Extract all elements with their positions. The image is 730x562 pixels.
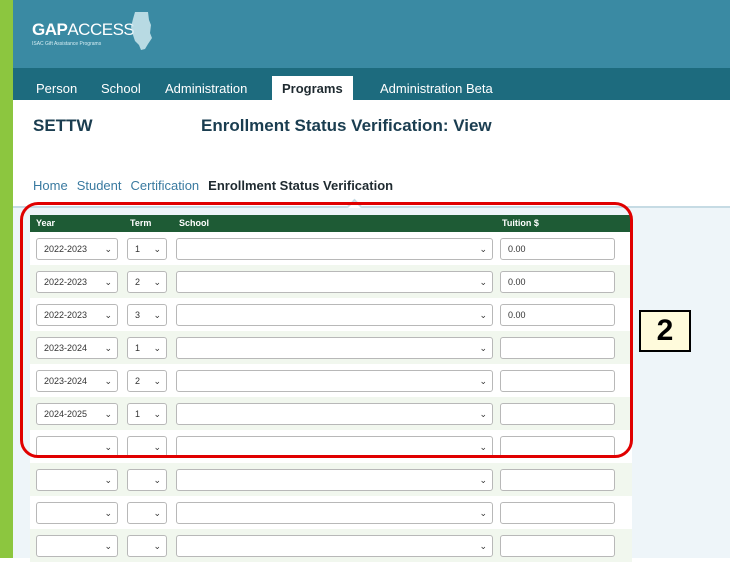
breadcrumb-enrollment-status-verification[interactable]: Enrollment Status Verification	[208, 178, 393, 193]
program-code: SETTW	[33, 116, 93, 135]
chevron-down-icon: ⌄	[104, 541, 112, 551]
annotation-highlight-box	[20, 202, 633, 458]
chevron-down-icon: ⌄	[479, 541, 487, 551]
tuition-input[interactable]	[500, 502, 615, 524]
year-select[interactable]: ⌄	[36, 535, 118, 557]
year-select[interactable]: ⌄	[36, 502, 118, 524]
page-title: Enrollment Status Verification: View	[201, 116, 492, 135]
breadcrumb-home[interactable]: Home	[33, 178, 68, 193]
illinois-map-icon	[131, 12, 152, 50]
breadcrumb: Home Student Certification Enrollment Statu…	[33, 178, 402, 193]
chevron-down-icon: ⌄	[479, 508, 487, 518]
app-header: GAPACCESS ISAC Gift Assistance Programs	[13, 0, 730, 68]
school-select[interactable]: ⌄	[176, 535, 493, 557]
chevron-down-icon: ⌄	[104, 508, 112, 518]
chevron-down-icon: ⌄	[479, 475, 487, 485]
annotation-callout: 2	[639, 310, 691, 352]
breadcrumb-student[interactable]: Student	[77, 178, 122, 193]
accent-bar	[0, 0, 13, 558]
breadcrumb-certification[interactable]: Certification	[131, 178, 200, 193]
chevron-down-icon: ⌄	[104, 475, 112, 485]
tab-school[interactable]: School	[101, 79, 141, 100]
chevron-down-icon: ⌄	[153, 475, 161, 485]
page-header: SETTW Enrollment Status Verification: Vi…	[13, 100, 730, 200]
school-select[interactable]: ⌄	[176, 502, 493, 524]
tuition-input[interactable]	[500, 535, 615, 557]
tab-administration[interactable]: Administration	[165, 79, 247, 100]
table-row: ⌄ ⌄ ⌄	[30, 463, 632, 496]
logo-brand-light: ACCESS	[67, 20, 135, 39]
school-select[interactable]: ⌄	[176, 469, 493, 491]
gap-access-logo[interactable]: GAPACCESS ISAC Gift Assistance Programs	[32, 20, 135, 47]
table-row: ⌄ ⌄ ⌄	[30, 496, 632, 529]
table-row: ⌄ ⌄ ⌄	[30, 529, 632, 562]
logo-tagline: ISAC Gift Assistance Programs	[32, 41, 102, 47]
chevron-down-icon: ⌄	[153, 508, 161, 518]
tab-person[interactable]: Person	[36, 79, 77, 100]
term-select[interactable]: ⌄	[127, 469, 167, 491]
tuition-input[interactable]	[500, 469, 615, 491]
year-select[interactable]: ⌄	[36, 469, 118, 491]
chevron-down-icon: ⌄	[153, 541, 161, 551]
tab-administration-beta[interactable]: Administration Beta	[380, 79, 493, 100]
logo-brand-bold: GAP	[32, 20, 68, 39]
term-select[interactable]: ⌄	[127, 535, 167, 557]
term-select[interactable]: ⌄	[127, 502, 167, 524]
tab-programs[interactable]: Programs	[272, 76, 353, 100]
main-nav: Person School Administration Programs Ad…	[13, 68, 730, 100]
